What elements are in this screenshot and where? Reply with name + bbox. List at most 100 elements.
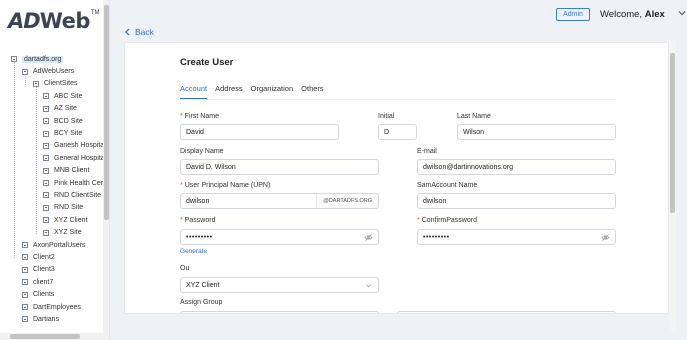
tree-item-top[interactable]: DartEmployees — [0, 301, 103, 313]
assign-group-secondary-field[interactable] — [397, 311, 616, 313]
expand-icon[interactable] — [43, 118, 49, 125]
expand-icon[interactable] — [22, 291, 28, 298]
tree-item-label[interactable]: AZ Site — [54, 105, 77, 112]
tree-item-label[interactable]: Clients — [33, 291, 54, 298]
field-value[interactable]: dwilson — [423, 198, 446, 205]
tree-item-label[interactable]: Ganesh Hospita — [54, 142, 104, 149]
tree-item-label[interactable]: Client2 — [33, 254, 55, 261]
expand-icon[interactable] — [22, 316, 28, 323]
confirm-password-field[interactable]: ••••••••• — [417, 229, 616, 245]
expand-icon[interactable] — [43, 229, 49, 236]
expand-icon[interactable] — [43, 204, 49, 211]
expand-icon[interactable] — [43, 167, 49, 174]
tree-item-adwebusers[interactable]: AdWebUsers — [0, 65, 103, 77]
tree-item-label[interactable]: XYZ Client — [54, 217, 87, 224]
tree-item-top[interactable]: client7 — [0, 276, 103, 288]
tree-item-site[interactable]: General Hospita — [0, 152, 105, 164]
tree-item-clientsites[interactable]: ClientSites — [0, 78, 103, 90]
last-name-field[interactable]: Wilson — [457, 124, 616, 140]
sidebar-horizontal-scrollbar[interactable] — [0, 333, 103, 340]
password-field[interactable]: ••••••••• — [180, 229, 379, 245]
tree-item-site[interactable]: XYZ Client — [0, 214, 103, 226]
tab-account[interactable]: Account — [180, 84, 208, 99]
expand-icon[interactable] — [43, 130, 49, 137]
expand-icon[interactable] — [43, 93, 49, 100]
expand-icon[interactable] — [43, 217, 49, 224]
back-label[interactable]: Back — [135, 27, 154, 37]
tab-others[interactable]: Others — [301, 84, 324, 99]
tree-item-site[interactable]: BCY Site — [0, 127, 103, 139]
welcome-user-menu[interactable]: Welcome, Alex — [600, 9, 665, 20]
tree-item-label[interactable]: client7 — [33, 279, 53, 286]
expand-icon[interactable] — [43, 192, 49, 199]
admin-badge[interactable]: Admin — [556, 8, 590, 21]
chevron-down-icon[interactable] — [365, 282, 372, 289]
tree-item-label[interactable]: AdWebUsers — [33, 68, 74, 75]
collapse-icon[interactable] — [33, 80, 39, 87]
field-value[interactable]: David — [186, 129, 204, 136]
field-value[interactable]: David D. Wilson — [186, 164, 236, 171]
generate-password-link[interactable]: Generate — [180, 248, 207, 255]
tree-item-label[interactable]: RND Site — [54, 204, 83, 211]
expand-icon[interactable] — [22, 266, 28, 273]
tree-item-label[interactable]: General Hospita — [54, 155, 105, 162]
tree-item-site[interactable]: Ganesh Hospita — [0, 140, 104, 152]
scrollbar-thumb[interactable] — [670, 53, 675, 213]
first-name-field[interactable]: David — [180, 124, 339, 140]
field-value[interactable]: D — [384, 129, 389, 136]
expand-icon[interactable] — [22, 279, 28, 286]
tree-item-label[interactable]: Dartians — [33, 316, 59, 323]
tree-item-site[interactable]: AZ Site — [0, 103, 103, 115]
scrollbar-thumb[interactable] — [10, 334, 80, 339]
upn-field[interactable]: dwilson @DARTADFS.ORG — [180, 193, 379, 209]
tab-address[interactable]: Address — [215, 84, 243, 99]
tree-item-label[interactable]: Pink Health Cen — [54, 180, 105, 187]
tree-item-label[interactable]: ClientSites — [44, 80, 77, 87]
expand-icon[interactable] — [22, 254, 28, 261]
tree-item-top[interactable]: Client2 — [0, 251, 103, 263]
tree-item-label[interactable]: ABC Site — [54, 93, 82, 100]
initial-field[interactable]: D — [378, 124, 417, 140]
field-value[interactable]: Wilson — [463, 129, 484, 136]
page-vertical-scrollbar[interactable] — [669, 40, 676, 330]
eye-off-icon[interactable] — [601, 233, 610, 242]
tree-item-label[interactable]: AxonPortalUsers — [33, 242, 86, 249]
tree-item-label[interactable]: MNB Client — [54, 167, 89, 174]
assign-group-field[interactable] — [180, 311, 379, 313]
display-name-field[interactable]: David D. Wilson — [180, 159, 379, 175]
expand-icon[interactable] — [22, 242, 28, 249]
tree-item-site[interactable]: XYZ Site — [0, 226, 103, 238]
expand-icon[interactable] — [43, 155, 49, 162]
tree-item-site[interactable]: RND Site — [0, 202, 103, 214]
tree-item-site[interactable]: BCD Site — [0, 115, 103, 127]
tree-item-label[interactable]: dartadfs.org — [22, 55, 64, 63]
tree-item-top[interactable]: AxonPortalUsers — [0, 239, 103, 251]
expand-icon[interactable] — [43, 142, 49, 149]
collapse-icon[interactable] — [22, 68, 28, 75]
eye-off-icon[interactable] — [364, 233, 373, 242]
field-value[interactable]: ••••••••• — [423, 234, 450, 241]
collapse-icon[interactable] — [11, 56, 17, 63]
sidebar-vertical-scrollbar[interactable] — [103, 0, 109, 340]
email-field[interactable]: dwilson@dartinnovations.org — [417, 159, 616, 175]
tree-item-site[interactable]: RND ClientSite — [0, 189, 103, 201]
field-value[interactable]: ••••••••• — [186, 234, 213, 241]
tree-item-label[interactable]: RND ClientSite — [54, 192, 101, 199]
chevron-down-icon[interactable] — [677, 8, 687, 18]
tab-organization[interactable]: Organization — [251, 84, 294, 99]
tree-item-label[interactable]: XYZ Site — [54, 229, 82, 236]
tree-item-root[interactable]: dartadfs.org — [0, 53, 103, 65]
tree-item-site[interactable]: ABC Site — [0, 90, 103, 102]
samaccount-field[interactable]: dwilson — [417, 193, 616, 209]
scrollbar-thumb[interactable] — [104, 5, 109, 220]
tree-item-label[interactable]: DartEmployees — [33, 304, 81, 311]
tree-item-top[interactable]: Client3 — [0, 264, 103, 276]
back-link[interactable]: Back — [124, 27, 154, 37]
tree-item-top[interactable]: Dartians — [0, 313, 103, 325]
tree-item-site[interactable]: Pink Health Cen — [0, 177, 105, 189]
ou-select[interactable]: XYZ Client — [180, 277, 379, 293]
tree-item-label[interactable]: BCD Site — [54, 118, 83, 125]
tree-item-label[interactable]: Client3 — [33, 266, 55, 273]
tree-item-top[interactable]: Clients — [0, 288, 103, 300]
expand-icon[interactable] — [43, 180, 49, 187]
